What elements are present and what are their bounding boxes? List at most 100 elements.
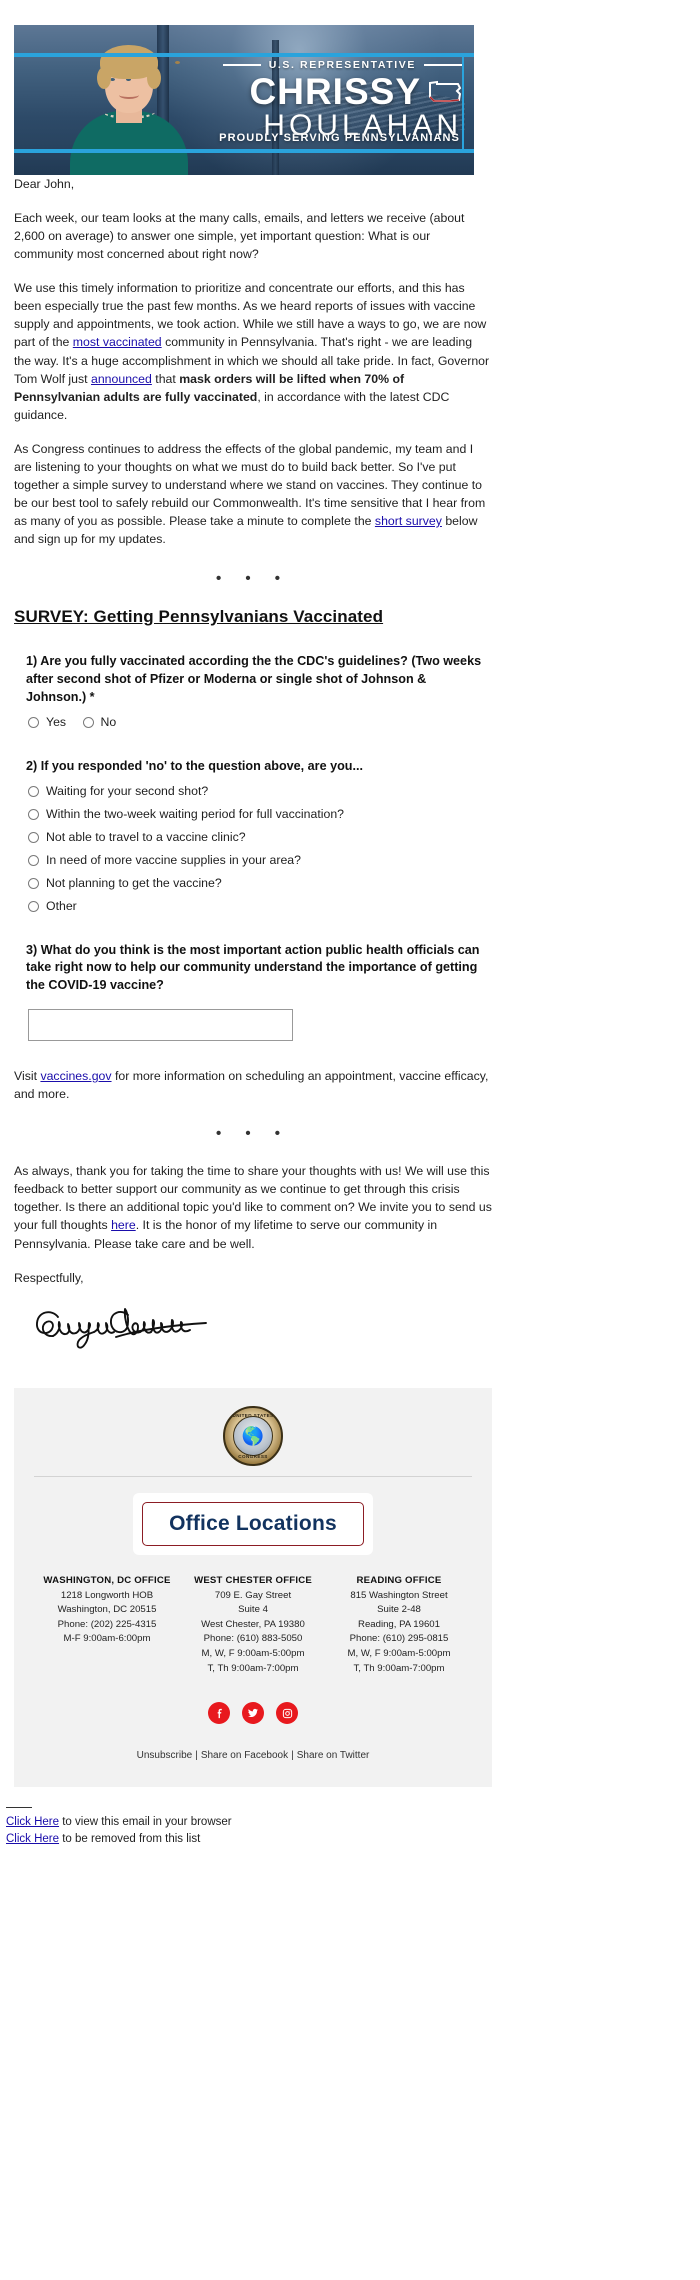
office-reading: READING OFFICE 815 Washington Street Sui… [326, 1575, 472, 1676]
radio-icon[interactable] [28, 855, 39, 867]
vaccines-note-before: Visit [14, 1069, 41, 1084]
footer-divider [34, 1475, 472, 1477]
radio-icon[interactable] [28, 878, 39, 890]
header-banner: U.S. REPRESENTATIVE CHRISSY HOULAHAN PRO… [14, 25, 474, 175]
radio-icon[interactable] [28, 809, 39, 821]
instagram-icon[interactable] [276, 1702, 298, 1725]
office-name: READING OFFICE [356, 1574, 442, 1586]
email-footer: UNITED STATES 🌎 CONGRESS Office Location… [14, 1387, 492, 1788]
office-line: M-F 9:00am-6:00pm [63, 1633, 151, 1645]
radio-icon[interactable] [28, 717, 39, 729]
greeting-line: Dear John, [14, 177, 75, 191]
radio-icon[interactable] [82, 717, 94, 729]
office-list: WASHINGTON, DC OFFICE 1218 Longworth HOB… [34, 1575, 472, 1676]
handwritten-signature-icon [36, 1307, 207, 1349]
seal-inner-disc: 🌎 [233, 1415, 273, 1456]
survey-q2-option-4[interactable]: Not planning to get the vaccine? [28, 876, 686, 892]
eyebrow-rule-left [222, 64, 261, 66]
social-links [34, 1702, 472, 1725]
survey-q2-option-2[interactable]: Not able to travel to a vaccine clinic? [28, 830, 686, 846]
view-in-browser-text: to view this email in your browser [59, 1816, 232, 1829]
office-line: West Chester, PA 19380 [201, 1618, 305, 1630]
bottom-rule [6, 1807, 32, 1809]
office-name: WASHINGTON, DC OFFICE [43, 1574, 171, 1586]
office-line: Suite 4 [238, 1604, 268, 1616]
office-line: M, W, F 9:00am-5:00pm [201, 1647, 305, 1659]
survey-q1-option-yes-label: Yes [46, 714, 67, 729]
survey-q2-option-1[interactable]: Within the two-week waiting period for f… [28, 807, 686, 823]
share-on-twitter-link[interactable]: Share on Twitter [297, 1750, 370, 1761]
survey-q1-option-yes[interactable]: Yes [28, 715, 66, 731]
survey-question-2-options: Waiting for your second shot? Within the… [14, 784, 686, 915]
most-vaccinated-link[interactable]: most vaccinated [73, 335, 162, 349]
radio-icon[interactable] [28, 786, 39, 798]
paragraph-survey-intro: As Congress continues to address the eff… [14, 440, 492, 548]
survey-question-3-input[interactable] [28, 1009, 293, 1042]
survey-q2-option-5[interactable]: Other [28, 899, 686, 915]
office-locations-inner-border: Office Locations [142, 1501, 364, 1546]
office-line: Phone: (610) 295-0815 [349, 1633, 449, 1645]
signoff-line: Respectfully, [14, 1270, 84, 1285]
survey-q2-option-0[interactable]: Waiting for your second shot? [28, 784, 686, 800]
congress-seal-icon: UNITED STATES 🌎 CONGRESS [223, 1405, 283, 1466]
view-in-browser-link[interactable]: Click Here [6, 1816, 59, 1828]
email-page: U.S. REPRESENTATIVE CHRISSY HOULAHAN PRO… [0, 0, 700, 1861]
banner-first-name-row: CHRISSY [192, 71, 462, 112]
section-divider-dots-top: • • • [215, 570, 291, 588]
radio-icon[interactable] [28, 832, 39, 844]
unsubscribe-link[interactable]: Unsubscribe [137, 1750, 193, 1761]
footer-link-separator: | [195, 1750, 198, 1762]
survey-question-3-text: 3) What do you think is the most importa… [26, 942, 480, 993]
office-line: T, Th 9:00am-7:00pm [207, 1662, 299, 1674]
office-locations-card: Office Locations [133, 1492, 373, 1555]
vaccines-gov-link[interactable]: vaccines.gov [40, 1069, 111, 1083]
footer-link-separator: | [291, 1750, 294, 1762]
remove-from-list-link[interactable]: Click Here [6, 1833, 59, 1845]
paragraph-vaccination-progress: We use this timely information to priori… [14, 279, 492, 424]
paragraph-intro: Each week, our team looks at the many ca… [14, 211, 465, 262]
remove-from-list-text: to be removed from this list [59, 1833, 201, 1846]
seal-bottom-label: CONGRESS [238, 1453, 268, 1459]
remove-from-list-row: Click Here to be removed from this list [6, 1831, 694, 1848]
eyebrow-rule-right [424, 64, 462, 66]
here-link[interactable]: here [111, 1218, 136, 1232]
section-divider-dots-bottom: • • • [215, 1125, 291, 1143]
office-west-chester: WEST CHESTER OFFICE 709 E. Gay Street Su… [180, 1575, 326, 1676]
facebook-icon[interactable] [208, 1702, 230, 1725]
banner-tagline: PROUDLY SERVING PENNSYLVANIANS [219, 132, 460, 144]
survey-q2-option-3-label: In need of more vaccine supplies in your… [46, 852, 301, 867]
vaccines-gov-note: Visit vaccines.gov for more information … [14, 1067, 492, 1103]
survey-question-1-options: Yes No [14, 715, 686, 738]
office-line: Phone: (202) 225-4315 [57, 1618, 157, 1630]
facebook-glyph [217, 1708, 222, 1718]
signature-image [28, 1303, 686, 1362]
office-line: M, W, F 9:00am-5:00pm [347, 1647, 451, 1659]
banner-title-block: U.S. REPRESENTATIVE CHRISSY HOULAHAN [192, 59, 462, 142]
office-line: Suite 2-48 [377, 1604, 421, 1616]
survey-q2-option-5-label: Other [46, 898, 77, 913]
survey-q2-option-1-label: Within the two-week waiting period for f… [46, 806, 345, 821]
share-on-facebook-link[interactable]: Share on Facebook [201, 1750, 288, 1761]
view-in-browser-row: Click Here to view this email in your br… [6, 1814, 694, 1831]
survey-q2-option-2-label: Not able to travel to a vaccine clinic? [46, 829, 246, 844]
twitter-icon[interactable] [242, 1702, 264, 1725]
office-line: Phone: (610) 883-5050 [203, 1633, 303, 1645]
banner-first-name: CHRISSY [249, 71, 421, 112]
office-locations-label: Office Locations [169, 1511, 337, 1535]
short-survey-link[interactable]: short survey [375, 514, 442, 528]
survey-q2-option-4-label: Not planning to get the vaccine? [46, 875, 222, 890]
email-body: Dear John, Each week, our team looks at … [0, 175, 700, 1362]
office-line: 815 Washington Street [350, 1589, 448, 1601]
survey-q1-option-no[interactable]: No [82, 715, 116, 731]
survey-q2-option-3[interactable]: In need of more vaccine supplies in your… [28, 853, 686, 869]
seal-container: UNITED STATES 🌎 CONGRESS [34, 1405, 472, 1466]
survey-q2-option-0-label: Waiting for your second shot? [46, 783, 209, 798]
office-line: Reading, PA 19601 [358, 1618, 440, 1630]
office-line: 709 E. Gay Street [214, 1589, 292, 1601]
office-line: T, Th 9:00am-7:00pm [353, 1662, 445, 1674]
announced-link[interactable]: announced [91, 372, 152, 386]
radio-icon[interactable] [28, 901, 39, 913]
